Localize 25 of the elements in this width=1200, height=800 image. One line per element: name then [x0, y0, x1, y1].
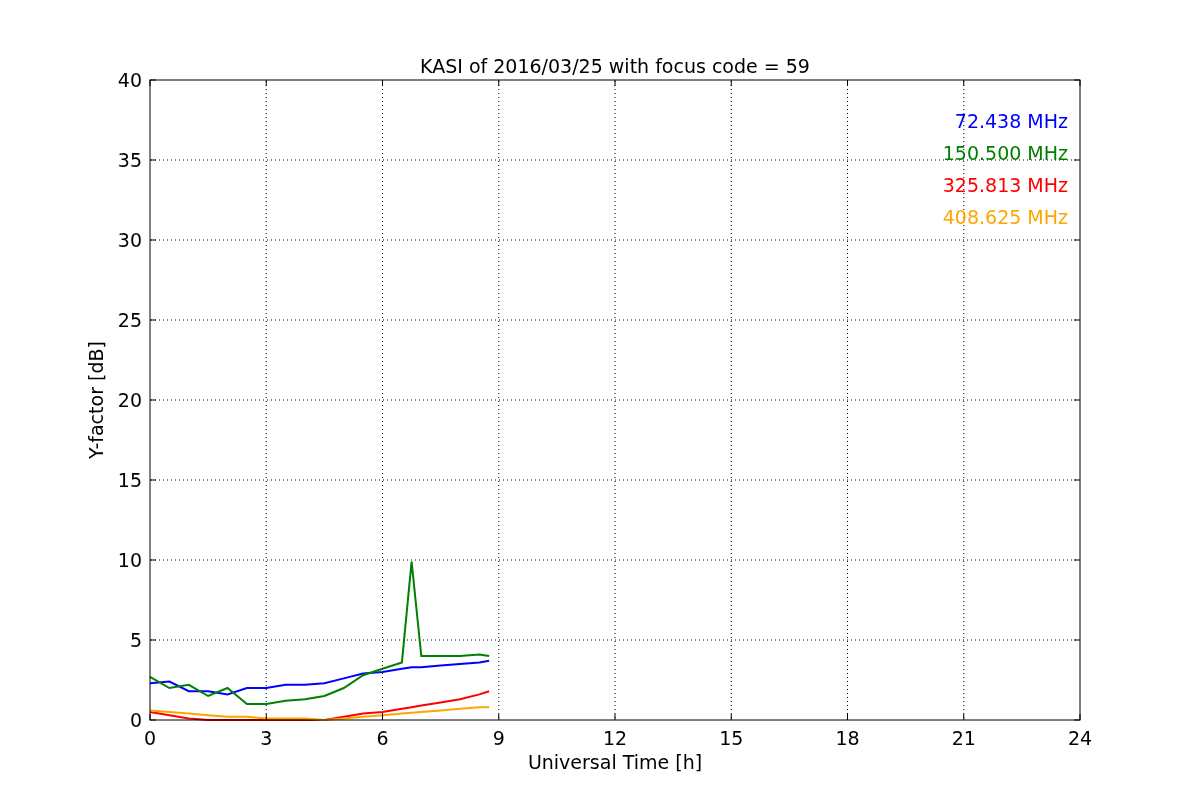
y-tick-label: 5 — [129, 629, 142, 651]
y-tick-label: 25 — [117, 309, 142, 331]
x-tick-label: 18 — [835, 727, 860, 749]
y-axis-label: Y-factor [dB] — [85, 341, 107, 459]
x-tick-label: 15 — [719, 727, 744, 749]
y-tick-label: 40 — [117, 69, 142, 91]
x-tick-label: 21 — [951, 727, 976, 749]
x-tick-label: 24 — [1067, 727, 1093, 749]
chart-title: KASI of 2016/03/25 with focus code = 59 — [420, 55, 810, 77]
y-tick-label: 20 — [117, 389, 142, 411]
x-tick-label: 9 — [492, 727, 505, 749]
x-axis-label: Universal Time [h] — [527, 751, 703, 773]
y-tick-label: 30 — [117, 229, 142, 251]
x-tick-label: 6 — [376, 727, 389, 749]
legend-label: 408.625 MHz — [942, 206, 1068, 228]
y-tick-label: 0 — [129, 709, 142, 731]
y-tick-label: 15 — [117, 469, 142, 491]
y-tick-label: 10 — [117, 549, 142, 571]
legend-label: 150.500 MHz — [942, 142, 1068, 164]
legend-label: 325.813 MHz — [942, 174, 1068, 196]
x-tick-label: 3 — [260, 727, 273, 749]
x-tick-label: 0 — [143, 727, 157, 749]
y-tick-label: 35 — [117, 149, 142, 171]
x-tick-label: 12 — [602, 727, 628, 749]
legend-label: 72.438 MHz — [954, 110, 1068, 132]
